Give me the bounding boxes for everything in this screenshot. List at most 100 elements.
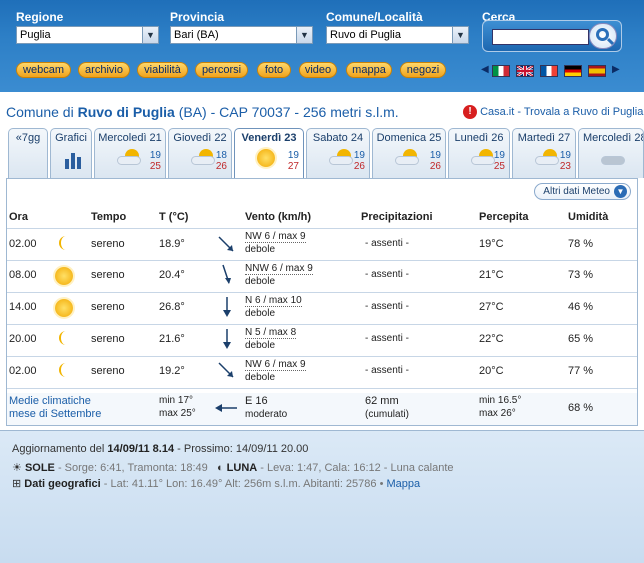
wind-arrow-icon [215,404,237,412]
sun-icon [257,149,275,167]
medie-mese-link[interactable]: mese di Settembre [9,408,101,420]
medie-vento: E 16 [245,395,268,407]
location-title-row: Comune di Ruvo di Puglia (BA) - CAP 7003… [0,98,644,124]
viabilita-button[interactable]: viabilità [137,62,188,78]
search-box [482,20,622,52]
row-perc: 21°C [479,269,504,281]
day-tabs: «7gg Grafici Mercoledì 21 19 25 Giovedì … [0,128,644,179]
medie-tmin: min 17° [159,395,194,406]
medie-climatiche-row: Medie climatiche mese di Settembre min 1… [7,393,637,425]
row-umid: 65 % [568,333,594,345]
tab-grafici[interactable]: Grafici [50,128,92,178]
provincia-select[interactable]: Bari (BA) ▼ [170,26,313,44]
wind-arrow-icon [222,264,231,284]
medie-umid: 68 % [568,402,594,414]
info-panel: Aggiornamento del 14/09/11 8.14 - Prossi… [0,430,644,563]
mappa-link[interactable]: Mappa [387,478,421,490]
row-prec: - assenti - [365,333,409,344]
italian-flag-icon[interactable] [492,65,510,77]
search-button[interactable] [589,23,617,49]
tab-prev-7gg[interactable]: «7gg [8,128,48,178]
german-flag-icon[interactable] [564,65,582,77]
forecast-panel: Altri dati Meteo ▼ Ora Tempo T (°C) Vent… [6,178,638,426]
row-perc: 22°C [479,333,504,345]
archivio-button[interactable]: archivio [78,62,130,78]
webcam-button[interactable]: webcam [16,62,71,78]
row-vento: N 5 / max 8 [245,327,297,339]
tab-day-active[interactable]: Venerdì 23 19 27 [234,128,304,179]
mappa-button[interactable]: mappa [346,62,392,78]
row-vento-desc: debole [245,340,276,351]
sun-icon: ☀ [12,462,22,474]
foto-button[interactable]: foto [257,62,291,78]
chevron-down-icon: ▼ [452,27,468,43]
casa-link[interactable]: ! Casa.it - Trovala a Ruvo di Puglia [463,105,643,119]
row-temp: 18.9° [159,238,185,250]
regione-select[interactable]: Puglia ▼ [16,26,159,44]
comune-select[interactable]: Ruvo di Puglia ▼ [326,26,469,44]
row-temp: 21.6° [159,333,185,345]
tab-day[interactable]: Mercoledì 21 19 25 [94,128,166,178]
moon-icon [57,362,71,381]
row-perc: 27°C [479,301,504,313]
row-temp: 26.8° [159,301,185,313]
medie-pmin: min 16.5° [479,395,522,406]
tab-day[interactable]: Martedì 27 19 23 [512,128,576,178]
page-title: Comune di Ruvo di Puglia (BA) - CAP 7003… [6,104,399,120]
row-ora: 14.00 [9,301,37,313]
medie-vento-desc: moderato [245,409,288,420]
top-bar: Regione Puglia ▼ Provincia Bari (BA) ▼ C… [0,0,644,92]
spanish-flag-icon[interactable] [588,65,606,77]
comune-label: Comune/Località [326,10,423,24]
search-input[interactable] [492,29,589,45]
row-prec: - assenti - [365,269,409,280]
tab-day[interactable]: Giovedì 22 18 26 [168,128,232,178]
row-tempo: sereno [91,301,125,313]
row-ora: 02.00 [9,238,37,250]
cloud-sun-icon [329,149,355,165]
negozi-button[interactable]: negozi [400,62,446,78]
provincia-value: Bari (BA) [174,29,219,41]
location-name: Ruvo di Puglia [77,104,175,120]
header-temp: T (°C) [159,211,189,223]
row-tempo: sereno [91,333,125,345]
cloud-sun-icon [117,149,143,165]
percorsi-button[interactable]: percorsi [195,62,248,78]
header-ora: Ora [9,211,28,223]
row-ora: 08.00 [9,269,37,281]
row-temp: 19.2° [159,365,185,377]
cloud-sun-icon [395,149,421,165]
regione-value: Puglia [20,29,51,41]
casa-icon: ! [463,105,477,119]
wind-arrow-icon [218,236,234,252]
medie-link[interactable]: Medie climatiche [9,395,91,407]
row-prec: - assenti - [365,238,409,249]
row-ora: 20.00 [9,333,37,345]
uk-flag-icon[interactable] [516,64,534,78]
row-umid: 78 % [568,238,594,250]
tab-day[interactable]: Lunedì 26 19 25 [448,128,510,178]
altri-dati-button[interactable]: Altri dati Meteo ▼ [534,183,631,200]
video-button[interactable]: video [299,62,337,78]
tab-day[interactable]: Domenica 25 19 26 [372,128,446,178]
medie-pmax: max 26° [479,408,516,419]
header-percepita: Percepita [479,211,529,223]
row-vento: NW 6 / max 9 [245,359,306,371]
tab-day[interactable]: Sabato 24 19 26 [306,128,370,178]
row-umid: 77 % [568,365,594,377]
row-vento-desc: debole [245,372,276,383]
row-tempo: sereno [91,238,125,250]
row-ora: 02.00 [9,365,37,377]
row-umid: 46 % [568,301,594,313]
tab-day[interactable]: Mercoledì 28 [578,128,644,178]
french-flag-icon[interactable] [540,65,558,77]
arrow-left-icon[interactable]: ◀ [481,64,489,75]
row-vento: NNW 6 / max 9 [245,263,313,275]
row-vento: N 6 / max 10 [245,295,302,307]
row-prec: - assenti - [365,301,409,312]
row-prec: - assenti - [365,365,409,376]
arrow-right-icon[interactable]: ▶ [612,64,620,75]
medie-tmax: max 25° [159,408,196,419]
header-umidita: Umidità [568,211,609,223]
header-vento: Vento (km/h) [245,211,312,223]
